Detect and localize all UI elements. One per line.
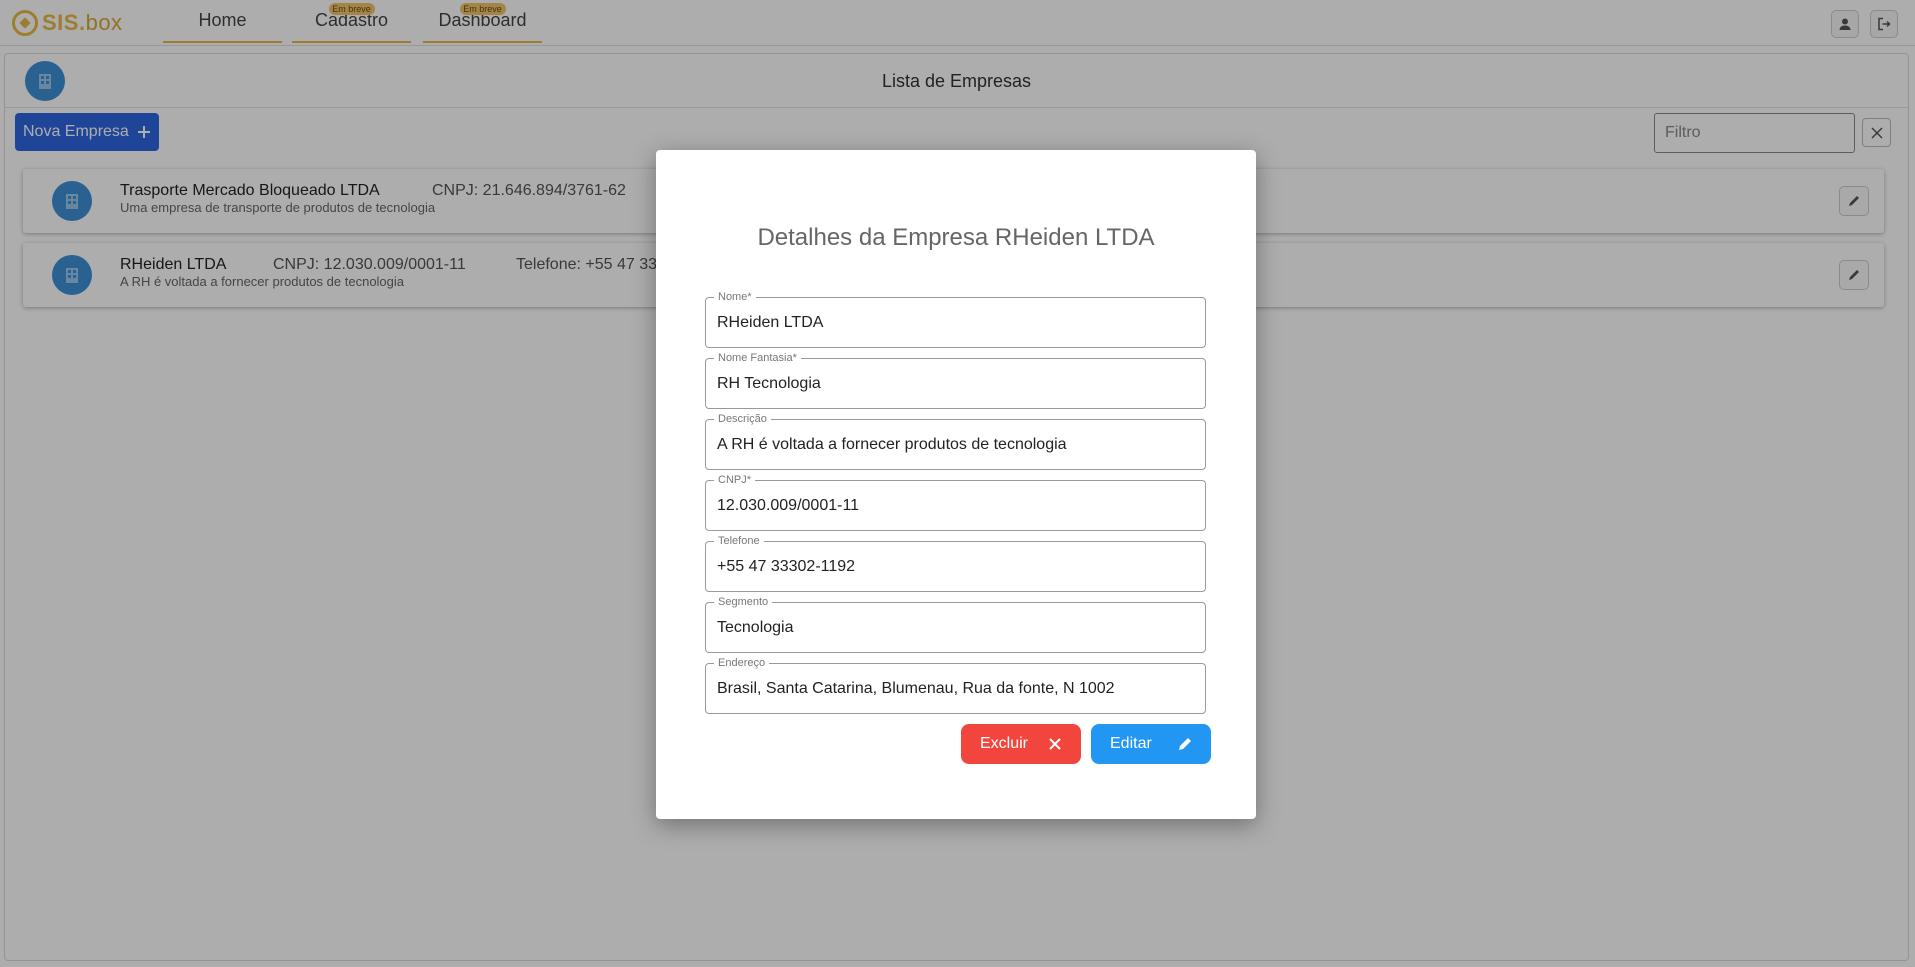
delete-button[interactable]: Excluir — [961, 724, 1081, 764]
phone-field[interactable]: Telefone +55 47 33302-1192 — [705, 534, 1206, 592]
field-value: Tecnologia — [717, 619, 794, 636]
segment-field[interactable]: Segmento Tecnologia — [705, 595, 1206, 653]
cnpj-field[interactable]: CNPJ* 12.030.009/0001-11 — [705, 473, 1206, 531]
field-value: 12.030.009/0001-11 — [717, 497, 860, 514]
edit-button-label: Editar — [1110, 735, 1152, 752]
name-field[interactable]: Nome* RHeiden LTDA — [705, 290, 1206, 348]
field-label: Telefone — [714, 534, 764, 548]
field-value: A RH é voltada a fornecer produtos de te… — [717, 436, 1067, 453]
field-value: RHeiden LTDA — [717, 314, 824, 331]
edit-button[interactable]: Editar — [1091, 724, 1211, 764]
delete-button-label: Excluir — [980, 735, 1029, 752]
field-label: Segmento — [714, 595, 773, 609]
field-value: +55 47 33302-1192 — [717, 558, 856, 575]
dialog-title: Detalhes da Empresa RHeiden LTDA — [757, 224, 1155, 251]
company-details-dialog: Detalhes da Empresa RHeiden LTDA Nome* R… — [656, 150, 1256, 819]
pencil-icon — [1175, 734, 1195, 754]
field-label: Nome Fantasia* — [714, 351, 801, 365]
field-label: Descrição — [714, 412, 771, 426]
field-label: Endereço — [714, 656, 770, 670]
field-value: Brasil, Santa Catarina, Blumenau, Rua da… — [717, 680, 1115, 697]
field-label: Nome* — [714, 290, 756, 304]
address-field[interactable]: Endereço Brasil, Santa Catarina, Blumena… — [705, 656, 1206, 714]
field-label: CNPJ* — [714, 473, 756, 487]
description-field[interactable]: Descrição A RH é voltada a fornecer prod… — [705, 412, 1206, 470]
field-value: RH Tecnologia — [717, 375, 821, 392]
close-icon — [1045, 734, 1065, 754]
trade-name-field[interactable]: Nome Fantasia* RH Tecnologia — [705, 351, 1206, 409]
